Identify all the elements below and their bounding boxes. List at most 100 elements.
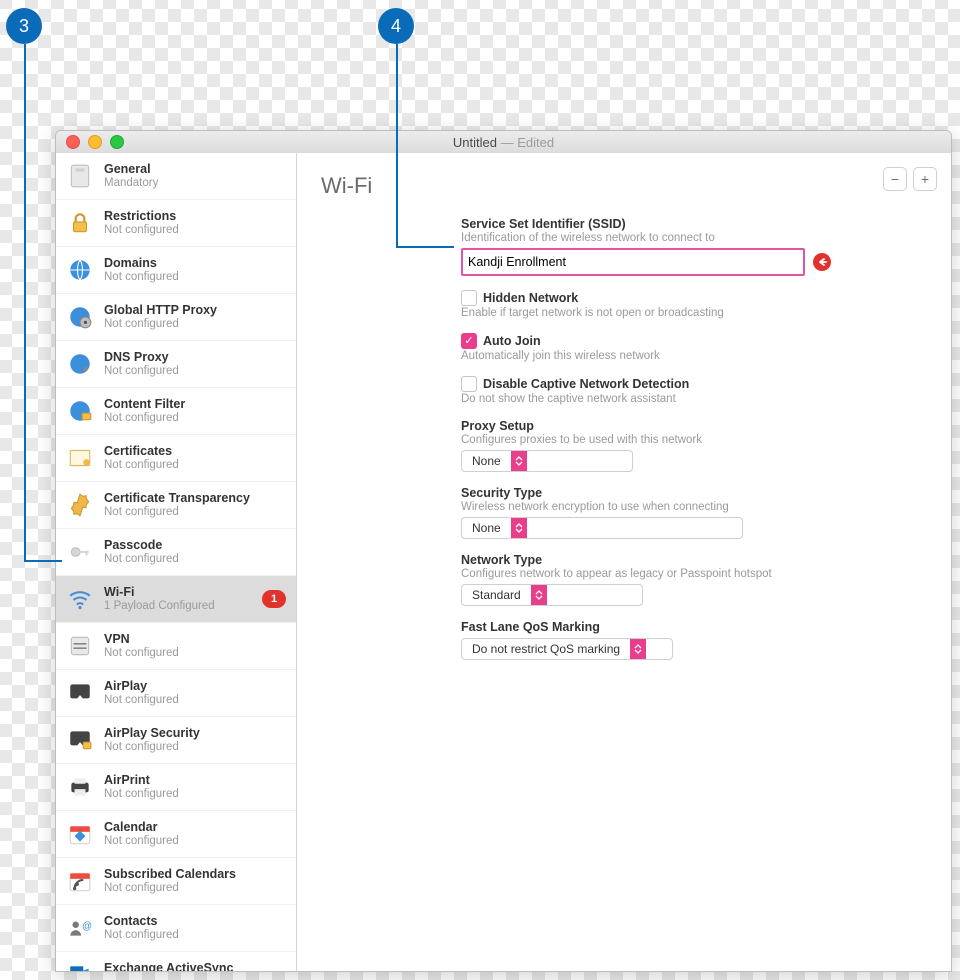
sidebar-item-sub: 1 Payload Configured <box>104 600 252 613</box>
sidebar-item-sub: Not configured <box>104 412 286 425</box>
lock-icon <box>66 209 94 237</box>
sidebar-item-cert-transparency[interactable]: Certificate Transparency Not configured <box>56 481 296 528</box>
sidebar-item-label: Restrictions <box>104 209 286 223</box>
sidebar-item-passcode[interactable]: Passcode Not configured <box>56 528 296 575</box>
airplay-icon <box>66 679 94 707</box>
proxy-select-value: None <box>462 454 511 468</box>
sidebar-item-sub: Not configured <box>104 694 286 707</box>
security-select-value: None <box>462 521 511 535</box>
hidden-network-checkbox[interactable] <box>461 290 477 306</box>
ssid-input[interactable] <box>461 248 805 276</box>
annotation-4-line-h <box>396 246 454 248</box>
profile-editor-window: Untitled — Edited General Mandatory Rest… <box>55 130 952 972</box>
sidebar-item-label: Subscribed Calendars <box>104 867 286 881</box>
annotation-4-line <box>396 44 398 248</box>
sidebar-item-label: Passcode <box>104 538 286 552</box>
svg-text:@: @ <box>82 921 92 932</box>
sidebar-item-sub: Mandatory <box>104 177 286 190</box>
svg-text:E: E <box>74 970 81 971</box>
sidebar-item-label: Exchange ActiveSync <box>104 961 286 971</box>
captive-checkbox[interactable] <box>461 376 477 392</box>
rss-calendar-icon <box>66 867 94 895</box>
payload-sidebar: General Mandatory Restrictions Not confi… <box>56 153 297 971</box>
sidebar-item-wifi[interactable]: Wi-Fi 1 Payload Configured 1 <box>56 575 296 622</box>
hidden-network-help: Enable if target network is not open or … <box>461 307 881 319</box>
calendar-icon <box>66 820 94 848</box>
security-select[interactable]: None <box>461 517 743 539</box>
sidebar-item-calendar[interactable]: Calendar Not configured <box>56 810 296 857</box>
sidebar-item-vpn[interactable]: VPN Not configured <box>56 622 296 669</box>
annotation-3-label: 3 <box>19 16 29 37</box>
sidebar-badge: 1 <box>262 590 286 608</box>
sidebar-item-contacts[interactable]: @ Contacts Not configured <box>56 904 296 951</box>
add-payload-button[interactable]: + <box>913 167 937 191</box>
sidebar-item-http-proxy[interactable]: Global HTTP Proxy Not configured <box>56 293 296 340</box>
sidebar-item-sub: Not configured <box>104 929 286 942</box>
sidebar-item-sub: Not configured <box>104 318 286 331</box>
select-caret-icon <box>511 451 527 471</box>
captive-label: Disable Captive Network Detection <box>483 377 689 391</box>
sidebar-item-sub: Not configured <box>104 506 286 519</box>
sidebar-item-sub: Not configured <box>104 788 286 801</box>
sidebar-item-sub: Not configured <box>104 553 286 566</box>
globe-icon <box>66 256 94 284</box>
qos-select-value: Do not restrict QoS marking <box>462 642 630 656</box>
remove-payload-button[interactable]: − <box>883 167 907 191</box>
sidebar-item-label: DNS Proxy <box>104 350 286 364</box>
sidebar-item-label: Contacts <box>104 914 286 928</box>
vpn-icon <box>66 632 94 660</box>
annotation-3: 3 <box>6 8 42 44</box>
seal-icon <box>66 491 94 519</box>
captive-help: Do not show the captive network assistan… <box>461 393 881 405</box>
select-caret-icon <box>630 639 646 659</box>
sidebar-item-restrictions[interactable]: Restrictions Not configured <box>56 199 296 246</box>
sidebar-item-sub: Not configured <box>104 459 286 472</box>
annotation-3-line-h <box>24 560 62 562</box>
filter-icon <box>66 397 94 425</box>
network-type-help: Configures network to appear as legacy o… <box>461 568 881 580</box>
sidebar-item-sub: Not configured <box>104 271 286 284</box>
proxy-help: Configures proxies to be used with this … <box>461 434 881 446</box>
sidebar-item-dns-proxy[interactable]: DNS Proxy Not configured <box>56 340 296 387</box>
sidebar-item-airplay-security[interactable]: AirPlay Security Not configured <box>56 716 296 763</box>
dns-icon <box>66 350 94 378</box>
autojoin-help: Automatically join this wireless network <box>461 350 881 362</box>
network-type-label: Network Type <box>461 553 881 567</box>
autojoin-label: Auto Join <box>483 334 541 348</box>
sidebar-item-label: Global HTTP Proxy <box>104 303 286 317</box>
main-panel: − + Wi-Fi Service Set Identifier (SSID) … <box>297 153 951 971</box>
sidebar-item-airplay[interactable]: AirPlay Not configured <box>56 669 296 716</box>
select-caret-icon <box>511 518 527 538</box>
printer-icon <box>66 773 94 801</box>
qos-label: Fast Lane QoS Marking <box>461 620 881 634</box>
sidebar-item-general[interactable]: General Mandatory <box>56 153 296 199</box>
sidebar-item-label: Wi-Fi <box>104 585 252 599</box>
autojoin-checkbox[interactable] <box>461 333 477 349</box>
sidebar-item-subscribed-calendars[interactable]: Subscribed Calendars Not configured <box>56 857 296 904</box>
sidebar-item-content-filter[interactable]: Content Filter Not configured <box>56 387 296 434</box>
key-icon <box>66 538 94 566</box>
proxy-select[interactable]: None <box>461 450 633 472</box>
sidebar-item-label: VPN <box>104 632 286 646</box>
select-caret-icon <box>531 585 547 605</box>
exchange-icon: E <box>66 961 94 971</box>
network-type-select[interactable]: Standard <box>461 584 643 606</box>
window-title-suffix: — Edited <box>497 135 554 150</box>
sidebar-item-label: AirPrint <box>104 773 286 787</box>
sidebar-item-airprint[interactable]: AirPrint Not configured <box>56 763 296 810</box>
sidebar-item-label: Certificates <box>104 444 286 458</box>
proxy-icon <box>66 303 94 331</box>
annotation-4-label: 4 <box>391 16 401 37</box>
ssid-label: Service Set Identifier (SSID) <box>461 217 881 231</box>
sidebar-item-certificates[interactable]: Certificates Not configured <box>56 434 296 481</box>
error-arrow-icon <box>813 253 831 271</box>
proxy-label: Proxy Setup <box>461 419 881 433</box>
hidden-network-label: Hidden Network <box>483 291 578 305</box>
qos-select[interactable]: Do not restrict QoS marking <box>461 638 673 660</box>
wifi-icon <box>66 585 94 613</box>
sidebar-item-label: General <box>104 162 286 176</box>
sidebar-item-label: Domains <box>104 256 286 270</box>
sidebar-item-sub: Not configured <box>104 835 286 848</box>
sidebar-item-domains[interactable]: Domains Not configured <box>56 246 296 293</box>
sidebar-item-exchange[interactable]: E Exchange ActiveSync Not configured <box>56 951 296 971</box>
